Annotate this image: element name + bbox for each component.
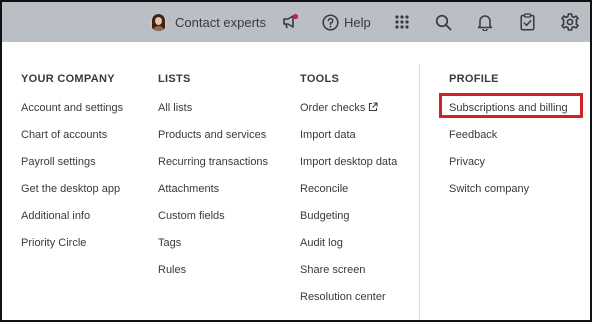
- external-link-icon: [369, 102, 378, 112]
- feedback-button[interactable]: [281, 2, 299, 42]
- column-heading: YOUR COMPANY: [21, 73, 115, 85]
- menu-item-privacy[interactable]: Privacy: [449, 156, 485, 168]
- menu-item-products-and-services[interactable]: Products and services: [158, 129, 266, 141]
- settings-menu: YOUR COMPANY Account and settings Chart …: [2, 42, 590, 320]
- apps-grid-icon: [395, 15, 409, 29]
- menu-item-import-data[interactable]: Import data: [300, 129, 356, 141]
- search-icon: [435, 14, 452, 30]
- search-button[interactable]: [435, 2, 452, 42]
- bell-icon: [477, 15, 493, 31]
- menu-item-account-and-settings[interactable]: Account and settings: [21, 102, 123, 114]
- column-heading: TOOLS: [300, 73, 340, 85]
- menu-item-payroll-settings[interactable]: Payroll settings: [21, 156, 96, 168]
- menu-item-audit-log[interactable]: Audit log: [300, 237, 343, 249]
- help-label: Help: [344, 14, 371, 30]
- menu-item-priority-circle[interactable]: Priority Circle: [21, 237, 86, 249]
- menu-item-attachments[interactable]: Attachments: [158, 183, 219, 195]
- menu-item-switch-company[interactable]: Switch company: [449, 183, 529, 195]
- tasks-button[interactable]: [520, 2, 535, 42]
- feedback-megaphone-icon: [283, 13, 299, 29]
- contact-experts-button[interactable]: Contact experts: [150, 2, 266, 42]
- menu-item-rules[interactable]: Rules: [158, 264, 186, 276]
- notifications-button[interactable]: [477, 2, 493, 42]
- help-button[interactable]: Help: [322, 2, 371, 42]
- gear-icon: [561, 13, 579, 31]
- order-checks-label: Order checks: [300, 102, 366, 114]
- menu-item-all-lists[interactable]: All lists: [158, 102, 192, 114]
- apps-button[interactable]: [395, 2, 409, 42]
- menu-item-tags[interactable]: Tags: [158, 237, 181, 249]
- menu-item-feedback[interactable]: Feedback: [449, 129, 497, 141]
- clipboard-check-icon: [520, 13, 535, 31]
- menu-item-resolution-center[interactable]: Resolution center: [300, 291, 386, 303]
- top-bar: Contact experts Help: [2, 2, 590, 42]
- highlight-box: [439, 93, 583, 118]
- menu-item-reconcile[interactable]: Reconcile: [300, 183, 348, 195]
- help-icon: [322, 13, 339, 31]
- menu-item-get-desktop-app[interactable]: Get the desktop app: [21, 183, 120, 195]
- column-divider: [419, 64, 420, 320]
- avatar: [150, 13, 167, 31]
- contact-experts-label: Contact experts: [175, 14, 267, 30]
- settings-button[interactable]: [561, 2, 579, 42]
- menu-item-share-screen[interactable]: Share screen: [300, 264, 365, 276]
- menu-item-import-desktop-data[interactable]: Import desktop data: [300, 156, 397, 168]
- menu-item-chart-of-accounts[interactable]: Chart of accounts: [21, 129, 107, 141]
- menu-item-order-checks[interactable]: Order checks: [300, 102, 378, 114]
- column-heading: PROFILE: [449, 73, 499, 85]
- menu-item-custom-fields[interactable]: Custom fields: [158, 210, 225, 222]
- menu-item-additional-info[interactable]: Additional info: [21, 210, 90, 222]
- menu-item-budgeting[interactable]: Budgeting: [300, 210, 350, 222]
- menu-item-recurring-transactions[interactable]: Recurring transactions: [158, 156, 268, 168]
- column-heading: LISTS: [158, 73, 191, 85]
- screenshot-frame: Contact experts Help YOUR COMPANY Accoun…: [0, 0, 592, 322]
